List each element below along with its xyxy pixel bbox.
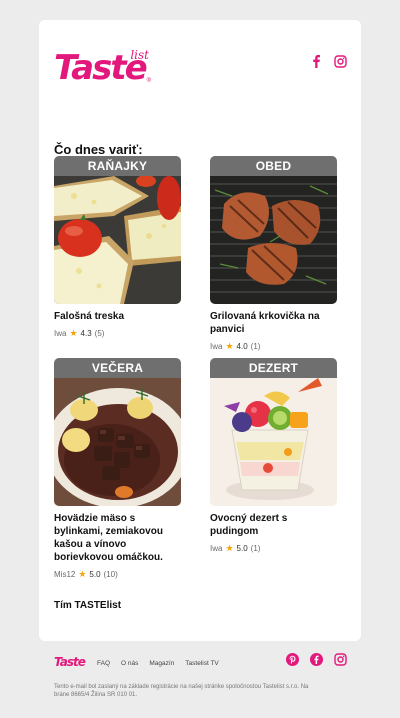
recipe-author: Mis12 (54, 570, 76, 579)
facebook-icon[interactable] (310, 54, 322, 68)
recipe-photo (54, 176, 181, 304)
recipe-meta: Mis12 ★ 5.0 (10) (54, 569, 181, 580)
recipe-rating: 4.0 (236, 342, 248, 351)
recipe-category-tag: RAŇAJKY (54, 156, 181, 176)
instagram-icon[interactable] (334, 54, 347, 68)
recipe-title[interactable]: Grilovaná krkovička na panvici (210, 310, 337, 336)
tastelist-logo[interactable]: Taste list ® (54, 48, 151, 88)
star-icon: ★ (225, 543, 234, 553)
recipe-rating-count: (1) (250, 342, 261, 351)
recipe-author: Iwa (54, 329, 67, 338)
recipe-photo (210, 176, 337, 304)
star-icon: ★ (78, 569, 87, 579)
recipe-author: Iwa (210, 544, 223, 553)
email-card: Taste list ® Čo dnes variť: RAŇAJKY Falo… (39, 20, 361, 641)
footer-link-faq[interactable]: FAQ (97, 660, 110, 667)
recipe-rating: 5.0 (89, 570, 101, 579)
recipe-rating-count: (10) (103, 570, 118, 579)
recipe-category-tag: OBED (210, 156, 337, 176)
logo-sub: list (130, 48, 149, 62)
recipe-title[interactable]: Ovocný dezert s pudingom (210, 512, 337, 538)
recipe-photo (54, 378, 181, 506)
recipe-meta: Iwa ★ 4.0 (1) (210, 341, 337, 352)
recipe-image[interactable]: RAŇAJKY (54, 156, 181, 304)
facebook-icon[interactable] (310, 653, 323, 666)
recipe-card[interactable]: OBED Grilovaná krkovička na panvici Iwa … (210, 156, 337, 352)
recipe-card[interactable]: DEZERT Ovocný dezert s pudingom Iwa ★ 5.… (210, 358, 337, 554)
recipe-meta: Iwa ★ 5.0 (1) (210, 543, 337, 554)
star-icon: ★ (225, 341, 234, 351)
logo-registered: ® (146, 78, 151, 84)
recipe-rating: 4.3 (80, 329, 92, 338)
recipe-title[interactable]: Falošná treska (54, 310, 181, 323)
recipe-rating-count: (5) (94, 329, 105, 338)
recipe-image[interactable]: OBED (210, 156, 337, 304)
recipe-category-tag: VEČERA (54, 358, 181, 378)
recipe-photo (210, 378, 337, 506)
instagram-icon[interactable] (334, 653, 347, 666)
recipe-title[interactable]: Hovädzie mäso s bylinkami, zemiakovou ka… (54, 512, 181, 564)
footer-link-tv[interactable]: Tastelist TV (185, 660, 218, 667)
recipe-rating: 5.0 (236, 544, 248, 553)
recipe-rating-count: (1) (250, 544, 261, 553)
pinterest-icon[interactable] (286, 653, 299, 666)
recipe-author: Iwa (210, 342, 223, 351)
footer-disclaimer: Tento e-mail bol zaslaný na základe regi… (54, 684, 309, 698)
recipe-card[interactable]: RAŇAJKY Falošná treska Iwa ★ 4.3 (5) (54, 156, 181, 339)
recipe-card[interactable]: VEČERA Hovädzie mäso s bylinkami, zemiak… (54, 358, 181, 580)
signature: Tím TASTElist (54, 600, 122, 611)
header-social-links (310, 54, 347, 68)
recipe-image[interactable]: VEČERA (54, 358, 181, 506)
section-heading: Čo dnes variť: (54, 142, 143, 157)
footer-nav: FAQ O nás Magazín Tastelist TV (97, 660, 219, 667)
star-icon: ★ (69, 328, 78, 338)
recipe-meta: Iwa ★ 4.3 (5) (54, 328, 181, 339)
recipe-category-tag: DEZERT (210, 358, 337, 378)
footer-link-about[interactable]: O nás (121, 660, 138, 667)
footer-social-links (286, 653, 347, 666)
footer-logo[interactable]: Taste (54, 655, 86, 669)
recipe-image[interactable]: DEZERT (210, 358, 337, 506)
footer-link-magazine[interactable]: Magazín (149, 660, 174, 667)
